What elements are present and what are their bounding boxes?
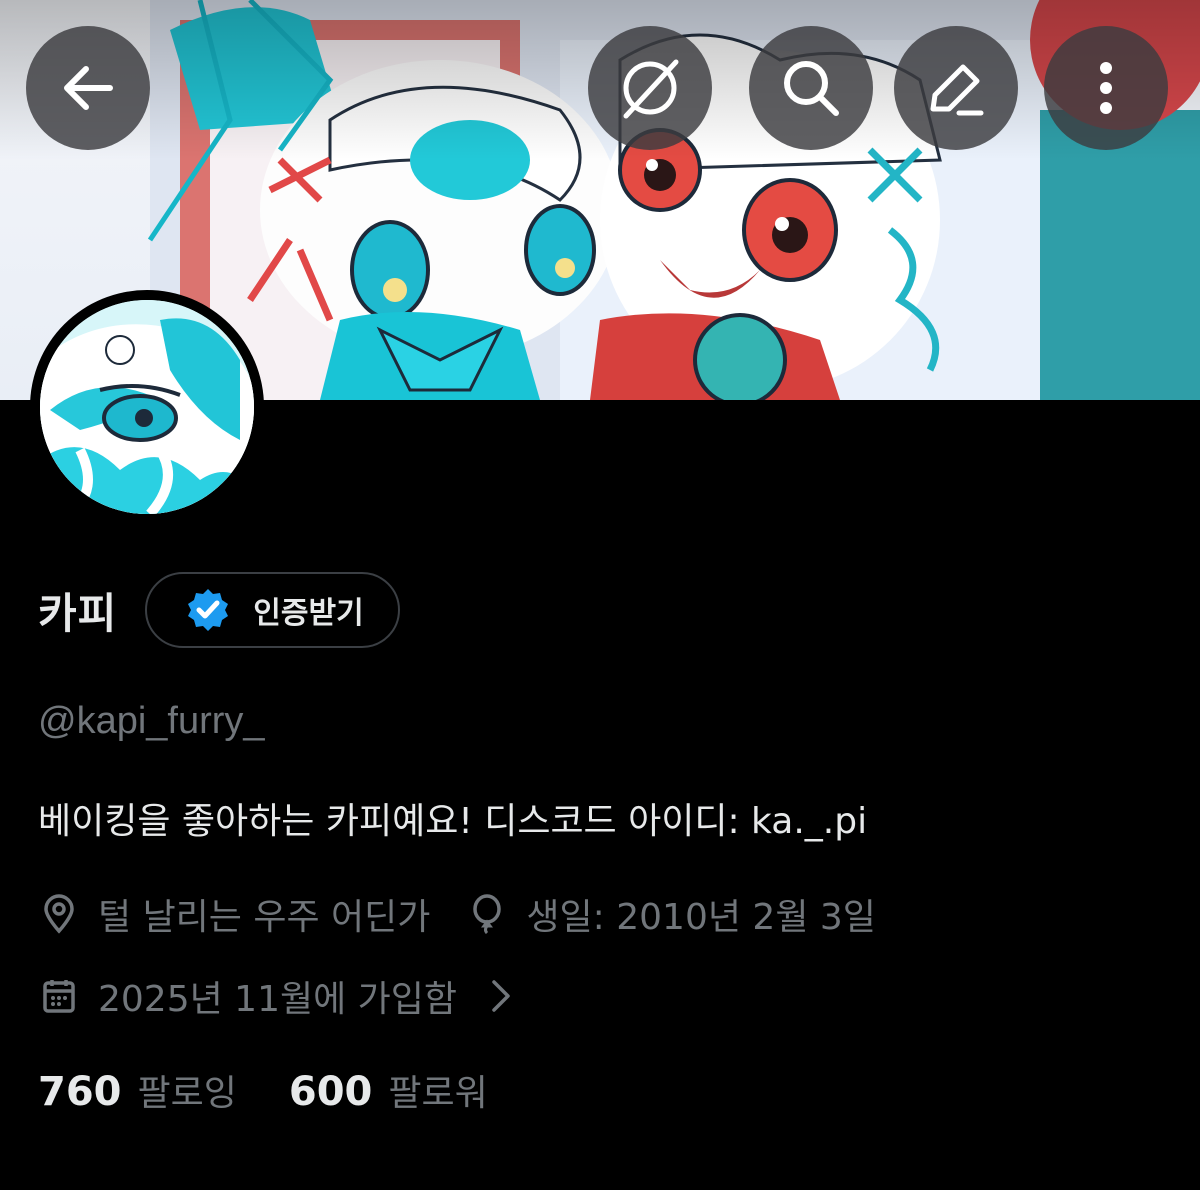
- edit-button[interactable]: [894, 26, 1018, 150]
- followers-count: 600: [288, 1069, 373, 1115]
- location-text: 털 날리는 우주 어딘가: [98, 897, 431, 938]
- arrow-left-icon: [64, 66, 113, 110]
- edit-icon: [930, 64, 984, 116]
- name-row: 카피 인증받기: [38, 572, 400, 648]
- joined-row[interactable]: 2025년 11월에 가입함: [42, 970, 511, 1022]
- grok-button[interactable]: [588, 26, 712, 150]
- location-item: 털 날리는 우주 어딘가: [42, 888, 430, 940]
- profile-avatar[interactable]: [30, 290, 264, 524]
- verified-badge-icon: [188, 589, 229, 631]
- balloon-icon: [470, 894, 504, 934]
- avatar-artwork: [40, 300, 254, 514]
- back-button[interactable]: [26, 26, 150, 150]
- followers-link[interactable]: 600 팔로워: [289, 1064, 488, 1116]
- followers-label: 팔로워: [388, 1073, 488, 1114]
- birthday-text: 생일: 2010년 2월 3일: [526, 897, 876, 938]
- search-icon: [784, 61, 839, 116]
- location-pin-icon: [42, 894, 76, 934]
- following-label: 팔로잉: [137, 1073, 237, 1114]
- display-name: 카피: [38, 588, 118, 638]
- get-verified-button[interactable]: 인증받기: [145, 572, 400, 648]
- joined-date-text: 2025년 11월에 가입함: [98, 979, 458, 1020]
- following-link[interactable]: 760 팔로잉: [38, 1064, 237, 1116]
- birthday-item: 생일: 2010년 2월 3일: [470, 888, 876, 940]
- search-button[interactable]: [749, 26, 873, 150]
- user-handle: @kapi_furry_: [38, 700, 265, 742]
- chevron-right-icon: [491, 979, 511, 1013]
- profile-meta-row: 털 날리는 우주 어딘가 생일: 2010년 2월 3일: [42, 888, 876, 940]
- follow-stats: 760 팔로잉 600 팔로워: [38, 1064, 488, 1116]
- calendar-icon: [42, 978, 76, 1014]
- following-count: 760: [38, 1069, 122, 1115]
- more-options-button[interactable]: [1044, 26, 1168, 150]
- grok-icon: [623, 59, 679, 119]
- get-verified-label: 인증받기: [253, 596, 364, 631]
- profile-bio: 베이킹을 좋아하는 카피예요! 디스코드 아이디: ka._.pi: [38, 801, 868, 842]
- more-vertical-icon: [1100, 62, 1112, 114]
